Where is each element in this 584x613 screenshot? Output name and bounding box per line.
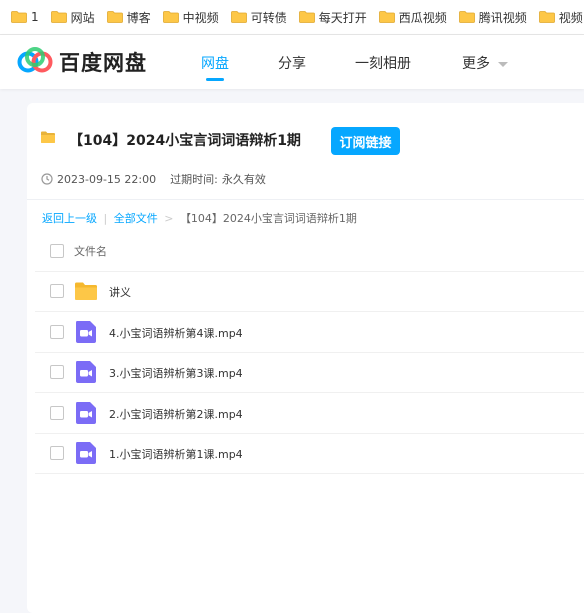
bookmarks-bar: 1 网站 博客 中视频 可转债 每天打开 西瓜视频 腾讯视频 视频 (0, 0, 584, 35)
row-checkbox[interactable] (50, 284, 64, 298)
file-name[interactable]: 4.小宝词语辨析第4课.mp4 (109, 325, 243, 341)
video-file-icon (76, 361, 96, 383)
video-file-icon (76, 320, 96, 343)
app-header: 百度网盘 网盘 分享 一刻相册 更多 (0, 35, 584, 89)
bookmark-label: 视频 (558, 10, 583, 25)
bookmark-label: 每天打开 (318, 10, 367, 25)
nav-photo-album[interactable]: 一刻相册 (355, 53, 411, 73)
bookmark-item[interactable]: 网站 (50, 9, 95, 26)
table-row[interactable]: 3.小宝词语辨析第3课.mp4 (35, 352, 584, 393)
folder-icon (298, 11, 315, 23)
table-row[interactable]: 4.小宝词语辨析第4课.mp4 (35, 312, 584, 353)
bookmark-label: 网站 (70, 10, 95, 25)
row-checkbox[interactable] (50, 405, 64, 420)
share-meta: 2023-09-15 22:00 过期时间: 永久有效 (41, 171, 266, 187)
chevron-down-icon (498, 61, 508, 67)
column-header-filename: 文件名 (74, 245, 107, 258)
divider (27, 199, 584, 200)
folder-icon (378, 11, 395, 23)
nav-more[interactable]: 更多 (462, 53, 508, 73)
breadcrumb-arrow: > (164, 212, 174, 225)
share-title: 【104】2024小宝言词词语辩析1期 (69, 133, 301, 149)
folder-icon (230, 11, 247, 23)
logo-text: 百度网盘 (59, 51, 147, 75)
nav-active-indicator (206, 78, 224, 81)
bookmark-item[interactable]: 博客 (106, 9, 151, 26)
baidu-netdisk-logo-icon (17, 47, 53, 73)
select-all-checkbox[interactable] (50, 244, 64, 258)
bookmark-item[interactable]: 中视频 (162, 9, 219, 26)
table-row[interactable]: 讲义 (35, 271, 584, 312)
table-header: 文件名 (35, 231, 584, 272)
breadcrumb: 返回上一级 | 全部文件 > 【104】2024小宝言词词语辩析1期 (42, 210, 357, 226)
bookmark-item[interactable]: 每天打开 (298, 9, 367, 26)
breadcrumb-current: 【104】2024小宝言词词语辩析1期 (179, 212, 357, 225)
folder-icon (11, 11, 27, 23)
file-name[interactable]: 2.小宝词语辨析第2课.mp4 (109, 406, 243, 422)
bookmark-item[interactable]: 腾讯视频 (458, 9, 527, 26)
folder-icon (538, 11, 555, 23)
back-link[interactable]: 返回上一级 (42, 212, 97, 225)
bookmark-label: 腾讯视频 (478, 10, 527, 25)
nav-netdisk[interactable]: 网盘 (201, 53, 229, 73)
share-card: 【104】2024小宝言词词语辩析1期 订阅链接 2023-09-15 22:0… (27, 103, 584, 613)
bookmark-label: 可转债 (250, 10, 287, 25)
bookmark-label: 博客 (126, 10, 151, 25)
bookmark-label: 中视频 (182, 10, 219, 25)
video-file-icon (76, 401, 96, 424)
bookmark-label: 1 (31, 10, 39, 24)
bookmark-item[interactable]: 1 (11, 10, 39, 24)
folder-icon (41, 131, 55, 143)
breadcrumb-separator: | (103, 212, 108, 225)
clock-icon (41, 173, 53, 185)
subscribe-link-button[interactable]: 订阅链接 (331, 127, 400, 155)
row-checkbox[interactable] (50, 365, 64, 379)
folder-icon (162, 11, 179, 23)
expire-label: 过期时间: (170, 173, 218, 186)
file-name[interactable]: 1.小宝词语辨析第1课.mp4 (109, 446, 243, 462)
file-name[interactable]: 3.小宝词语辨析第3课.mp4 (109, 365, 243, 381)
file-name[interactable]: 讲义 (109, 284, 131, 300)
share-date: 2023-09-15 22:00 (57, 172, 157, 186)
bookmark-item[interactable]: 可转债 (230, 9, 287, 26)
video-file-icon (76, 442, 96, 464)
bookmark-item[interactable]: 西瓜视频 (378, 9, 447, 26)
bookmark-label: 西瓜视频 (398, 10, 447, 25)
nav-more-label: 更多 (462, 56, 490, 72)
logo[interactable]: 百度网盘 (17, 47, 147, 77)
row-checkbox[interactable] (50, 324, 64, 339)
bookmark-item[interactable]: 视频 (538, 9, 583, 26)
folder-icon (106, 11, 123, 23)
all-files-link[interactable]: 全部文件 (114, 212, 158, 225)
folder-icon (75, 282, 97, 300)
nav-share[interactable]: 分享 (278, 53, 306, 73)
folder-icon (50, 11, 67, 23)
table-row[interactable]: 1.小宝词语辨析第1课.mp4 (35, 433, 584, 474)
folder-icon (458, 11, 475, 23)
expire-value: 永久有效 (221, 173, 266, 186)
table-row[interactable]: 2.小宝词语辨析第2课.mp4 (35, 393, 584, 434)
row-checkbox[interactable] (50, 446, 64, 460)
